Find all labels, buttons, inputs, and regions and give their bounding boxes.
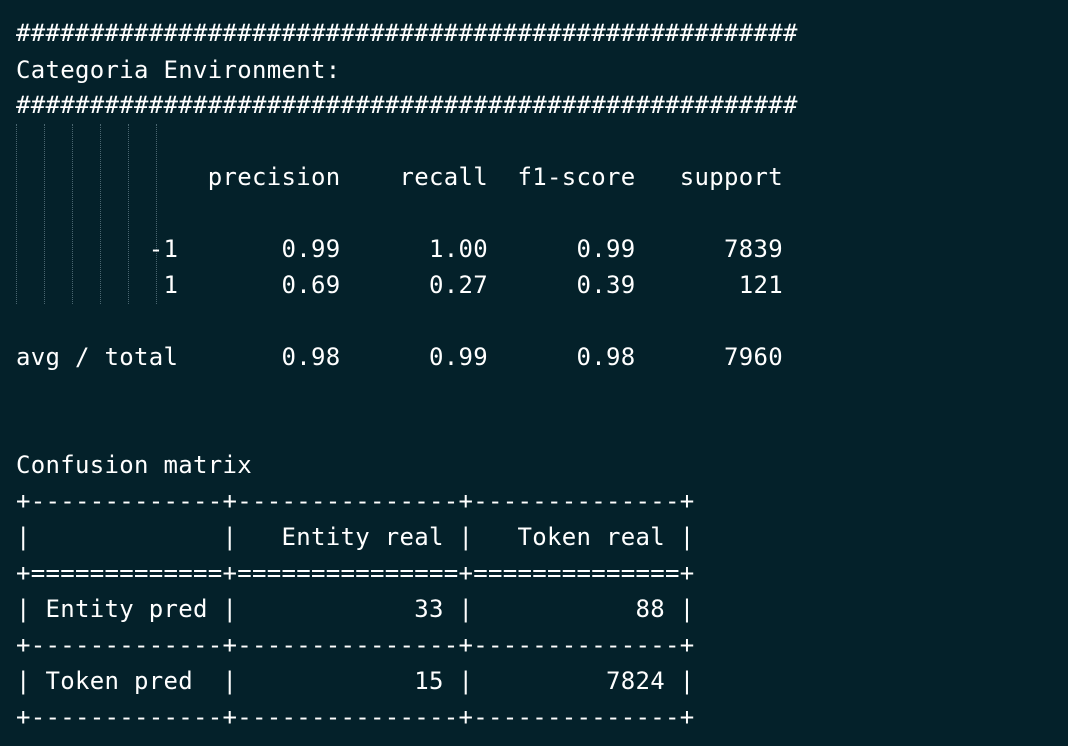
confusion-border: +-------------+---------------+---------… [16,703,695,731]
confusion-matrix-title: Confusion matrix [16,451,252,479]
confusion-row: | Token pred | 15 | 7824 | [16,667,695,695]
confusion-header-row: | | Entity real | Token real | [16,523,695,551]
report-header: precision recall f1-score support [16,163,783,191]
report-row: -1 0.99 1.00 0.99 7839 [16,235,783,263]
report-row: 1 0.69 0.27 0.39 121 [16,271,783,299]
terminal-window[interactable]: ########################################… [0,0,1068,746]
separator-bottom: ########################################… [16,91,798,119]
confusion-row: | Entity pred | 33 | 88 | [16,595,695,623]
confusion-border: +-------------+---------------+---------… [16,487,695,515]
confusion-header-border: +=============+===============+=========… [16,559,695,587]
confusion-border: +-------------+---------------+---------… [16,631,695,659]
category-title: Categoria Environment: [16,56,341,84]
report-avg-total: avg / total 0.98 0.99 0.98 7960 [16,343,783,371]
separator-top: ########################################… [16,19,798,47]
